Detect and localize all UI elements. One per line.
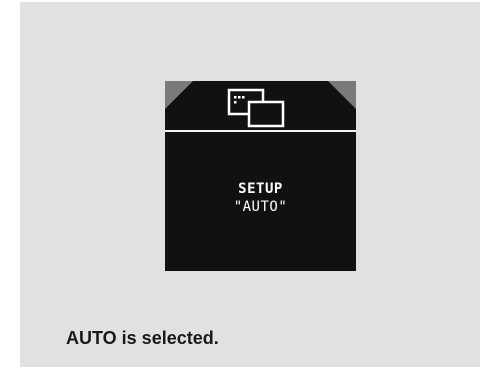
corner-left-marker-icon xyxy=(165,81,193,109)
lcd-menu-value: "AUTO" xyxy=(233,199,288,215)
caption-text: AUTO is selected. xyxy=(66,328,219,348)
lcd-display: SETUP "AUTO" xyxy=(165,81,356,271)
lcd-menu-title: SETUP xyxy=(238,181,283,197)
window-overlap-icon xyxy=(227,87,291,129)
lcd-divider xyxy=(165,130,356,132)
instruction-panel: SETUP "AUTO" AUTO is selected. xyxy=(20,2,480,367)
corner-right-marker-icon xyxy=(328,81,356,109)
